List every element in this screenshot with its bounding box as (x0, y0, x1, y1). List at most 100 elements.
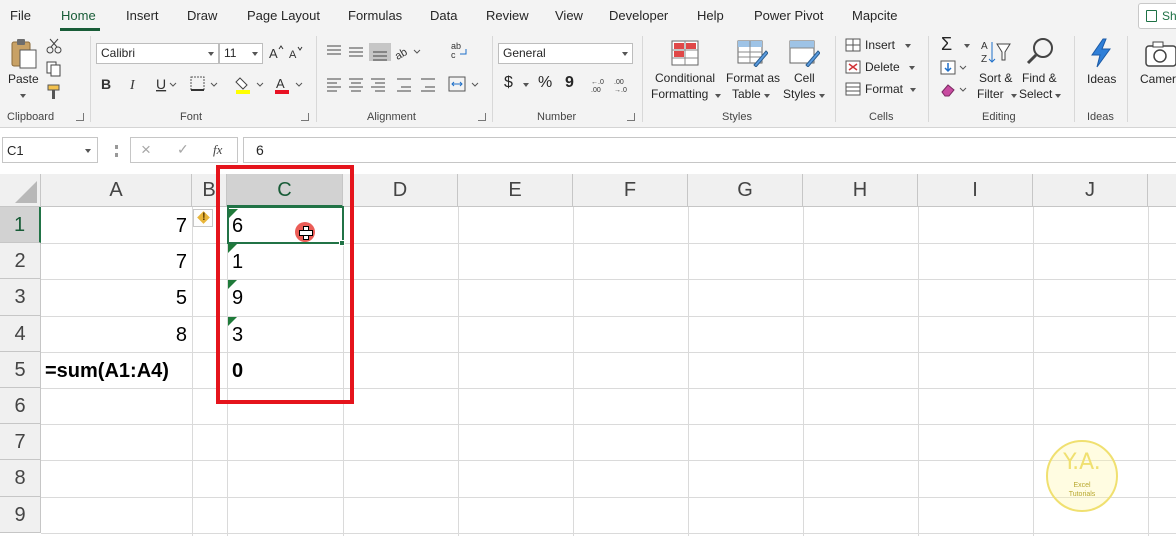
row-header-9[interactable]: 9 (0, 497, 41, 533)
conditional-formatting-label[interactable]: Conditional (655, 71, 715, 85)
chevron-down-icon[interactable] (964, 44, 970, 48)
bold-italic-underline-icons[interactable]: BIU (98, 75, 188, 93)
enter-icon[interactable]: ✓ (177, 141, 189, 158)
column-header-e[interactable]: E (458, 174, 573, 207)
tab-mapcite[interactable]: Mapcite (852, 8, 898, 23)
vertical-align-icons[interactable] (325, 42, 395, 62)
cut-icon[interactable] (46, 38, 62, 54)
row-header-1[interactable]: 1 (0, 207, 41, 243)
tab-insert[interactable]: Insert (126, 8, 159, 23)
row-header-7[interactable]: 7 (0, 424, 41, 460)
find-select-label-2[interactable]: Select (1019, 87, 1052, 101)
row-header-8[interactable]: 8 (0, 460, 41, 497)
autosum-button[interactable]: Σ (941, 34, 952, 55)
tab-developer[interactable]: Developer (609, 8, 668, 23)
paste-dropdown-icon[interactable] (20, 94, 26, 98)
cell-a3[interactable]: 5 (41, 287, 187, 310)
cancel-icon[interactable]: × (141, 140, 151, 160)
row-header-6[interactable]: 6 (0, 388, 41, 424)
find-select-label[interactable]: Find & (1022, 71, 1057, 85)
chevron-down-icon[interactable] (764, 94, 770, 98)
sort-filter-label[interactable]: Sort & (979, 71, 1012, 85)
camera-icon[interactable] (1143, 38, 1176, 68)
column-header-k[interactable] (1148, 174, 1176, 207)
horizontal-align-icons[interactable] (325, 76, 445, 94)
row-header-5[interactable]: 5 (0, 352, 41, 388)
error-warning-icon[interactable]: ! (193, 209, 213, 227)
currency-button[interactable]: $ (504, 74, 513, 92)
decimal-icons[interactable]: ←.0.00.00 →.0 (590, 75, 636, 94)
tab-view[interactable]: View (555, 8, 583, 23)
tab-power-pivot[interactable]: Power Pivot (754, 8, 823, 23)
number-launcher-icon[interactable] (627, 113, 635, 121)
cell-styles-icon[interactable] (788, 39, 821, 68)
tab-data[interactable]: Data (430, 8, 457, 23)
cell-a5[interactable]: =sum(A1:A4) (45, 360, 169, 383)
fill-color-icon[interactable] (235, 75, 269, 95)
tab-home[interactable]: Home (61, 8, 96, 23)
chevron-down-icon[interactable] (1055, 94, 1061, 98)
ideas-icon[interactable] (1088, 38, 1114, 68)
format-cells-icon[interactable] (845, 82, 861, 96)
percent-button[interactable]: % (538, 74, 552, 92)
row-header-3[interactable]: 3 (0, 279, 41, 316)
select-all-button[interactable] (0, 174, 41, 207)
chevron-down-icon[interactable] (910, 88, 916, 92)
formula-bar-resize-handle[interactable] (115, 145, 118, 157)
name-box[interactable]: C1 (2, 137, 98, 163)
column-header-f[interactable]: F (573, 174, 688, 207)
orientation-icon[interactable]: ab (393, 42, 426, 63)
row-header-4[interactable]: 4 (0, 316, 41, 352)
font-color-icon[interactable]: A (274, 75, 308, 95)
column-header-d[interactable]: D (343, 174, 458, 207)
column-header-h[interactable]: H (803, 174, 918, 207)
format-as-table-icon[interactable] (736, 39, 769, 68)
tab-review[interactable]: Review (486, 8, 529, 23)
fill-icon[interactable] (940, 60, 970, 76)
paste-icon[interactable] (8, 38, 38, 70)
font-name-combo[interactable]: Calibri (96, 43, 219, 64)
sort-filter-label-2[interactable]: Filter (977, 87, 1004, 101)
merge-center-icon[interactable] (448, 75, 484, 93)
chevron-down-icon[interactable] (1011, 94, 1017, 98)
delete-button[interactable]: Delete (865, 60, 900, 74)
borders-icon[interactable] (189, 75, 221, 93)
font-size-combo[interactable]: 11 (219, 43, 263, 64)
row-header-2[interactable]: 2 (0, 243, 41, 279)
cell-styles-label[interactable]: Cell (794, 71, 815, 85)
find-select-icon[interactable] (1025, 36, 1057, 66)
tab-draw[interactable]: Draw (187, 8, 217, 23)
format-painter-icon[interactable] (46, 84, 62, 100)
formula-input[interactable]: 6 (243, 137, 1176, 163)
delete-cells-icon[interactable] (845, 60, 861, 74)
format-as-table-label[interactable]: Format as (726, 71, 780, 85)
wrap-text-icon[interactable]: ab c (450, 40, 468, 60)
cell-styles-label-2[interactable]: Styles (783, 87, 816, 101)
clear-icon[interactable] (940, 82, 970, 98)
number-format-combo[interactable]: General (498, 43, 633, 64)
conditional-formatting-icon[interactable] (670, 39, 700, 67)
tab-page-layout[interactable]: Page Layout (247, 8, 320, 23)
font-launcher-icon[interactable] (301, 113, 309, 121)
insert-button[interactable]: Insert (865, 38, 895, 52)
format-as-table-label-2[interactable]: Table (732, 87, 761, 101)
insert-cells-icon[interactable] (845, 38, 861, 52)
chevron-down-icon[interactable] (819, 94, 825, 98)
chevron-down-icon[interactable] (523, 83, 529, 87)
tab-file[interactable]: File (10, 8, 31, 23)
font-grow-shrink-icon[interactable]: AA (268, 44, 308, 62)
tab-help[interactable]: Help (697, 8, 724, 23)
cell-a4[interactable]: 8 (41, 324, 187, 347)
cell-a1[interactable]: 7 (41, 215, 187, 238)
clipboard-launcher-icon[interactable] (76, 113, 84, 121)
cell-a2[interactable]: 7 (41, 251, 187, 274)
alignment-launcher-icon[interactable] (478, 113, 486, 121)
paste-button[interactable]: Paste (8, 72, 39, 86)
format-button[interactable]: Format (865, 82, 903, 96)
conditional-formatting-label-2[interactable]: Formatting (651, 87, 708, 101)
sort-filter-icon[interactable]: AZ (980, 38, 1012, 66)
column-header-g[interactable]: G (688, 174, 803, 207)
share-button[interactable]: Sh (1138, 3, 1176, 29)
tab-formulas[interactable]: Formulas (348, 8, 402, 23)
chevron-down-icon[interactable] (909, 66, 915, 70)
